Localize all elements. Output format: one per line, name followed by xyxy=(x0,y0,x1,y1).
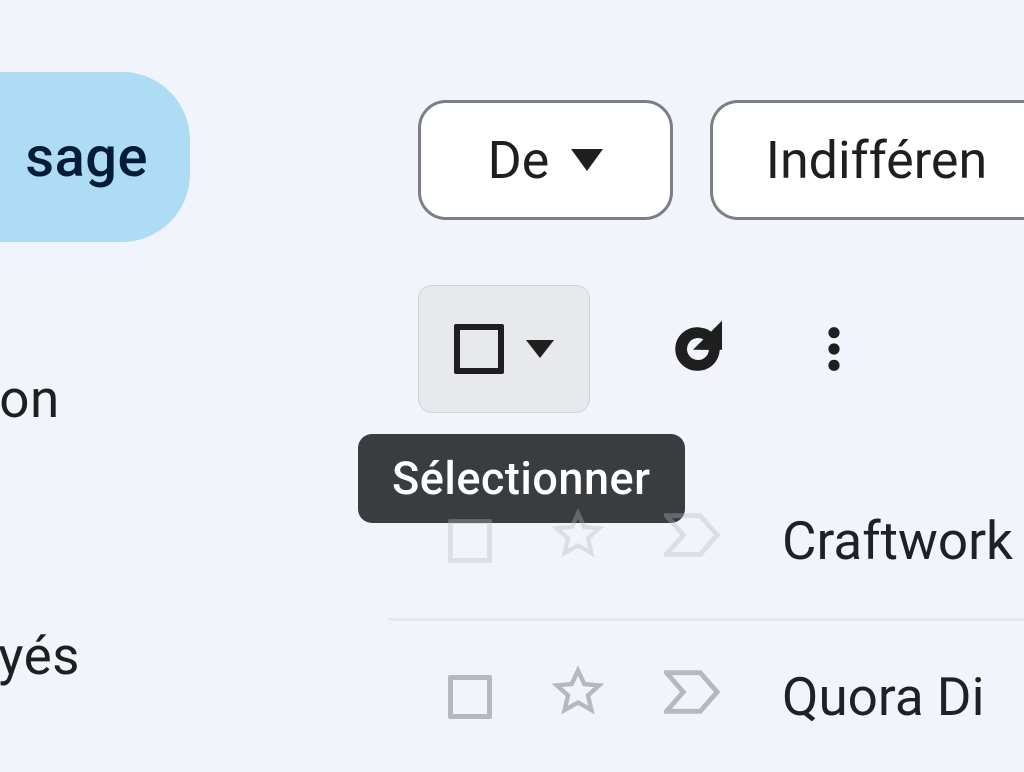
filter-chip-label: De xyxy=(488,130,550,191)
star-button[interactable] xyxy=(552,508,604,573)
more-vertical-icon xyxy=(806,321,862,377)
star-icon xyxy=(552,508,604,560)
chevron-down-icon xyxy=(571,149,603,171)
checkbox-icon xyxy=(454,324,504,374)
filter-chip-anytime[interactable]: Indifféren xyxy=(710,100,1024,220)
important-button[interactable] xyxy=(664,667,722,728)
filter-chip-from[interactable]: De xyxy=(418,100,673,220)
sidebar-item-label: tion xyxy=(0,368,60,430)
row-checkbox[interactable] xyxy=(448,675,492,719)
row-sender: Craftwork xyxy=(782,510,1013,572)
sidebar-item-inbox[interactable]: tion xyxy=(0,368,60,430)
compose-label: sage xyxy=(25,124,148,190)
star-icon xyxy=(552,665,604,717)
row-checkbox[interactable] xyxy=(448,519,492,563)
chevron-down-icon xyxy=(526,340,554,358)
mail-row[interactable]: Quora Di xyxy=(388,618,1024,772)
important-icon xyxy=(664,669,722,715)
select-all-button[interactable] xyxy=(418,285,590,413)
app-root: sage tion oyés De Indifféren xyxy=(0,0,1024,772)
filter-chip-label: Indifféren xyxy=(766,130,987,191)
main-panel: De Indifféren xyxy=(388,60,1024,772)
important-icon xyxy=(664,512,722,558)
refresh-button[interactable] xyxy=(670,321,726,377)
sidebar: sage tion oyés xyxy=(0,0,370,772)
mail-row[interactable]: Craftwork xyxy=(388,463,1024,618)
sidebar-item-label: oyés xyxy=(0,625,80,687)
mail-list: Craftwork Quora Di xyxy=(388,463,1024,772)
sidebar-item-sent[interactable]: oyés xyxy=(0,625,80,687)
compose-button[interactable]: sage xyxy=(0,72,190,242)
important-button[interactable] xyxy=(664,510,722,571)
row-sender: Quora Di xyxy=(782,666,984,728)
star-button[interactable] xyxy=(552,665,604,730)
refresh-icon xyxy=(670,321,726,377)
toolbar xyxy=(418,285,862,413)
more-button[interactable] xyxy=(806,321,862,377)
